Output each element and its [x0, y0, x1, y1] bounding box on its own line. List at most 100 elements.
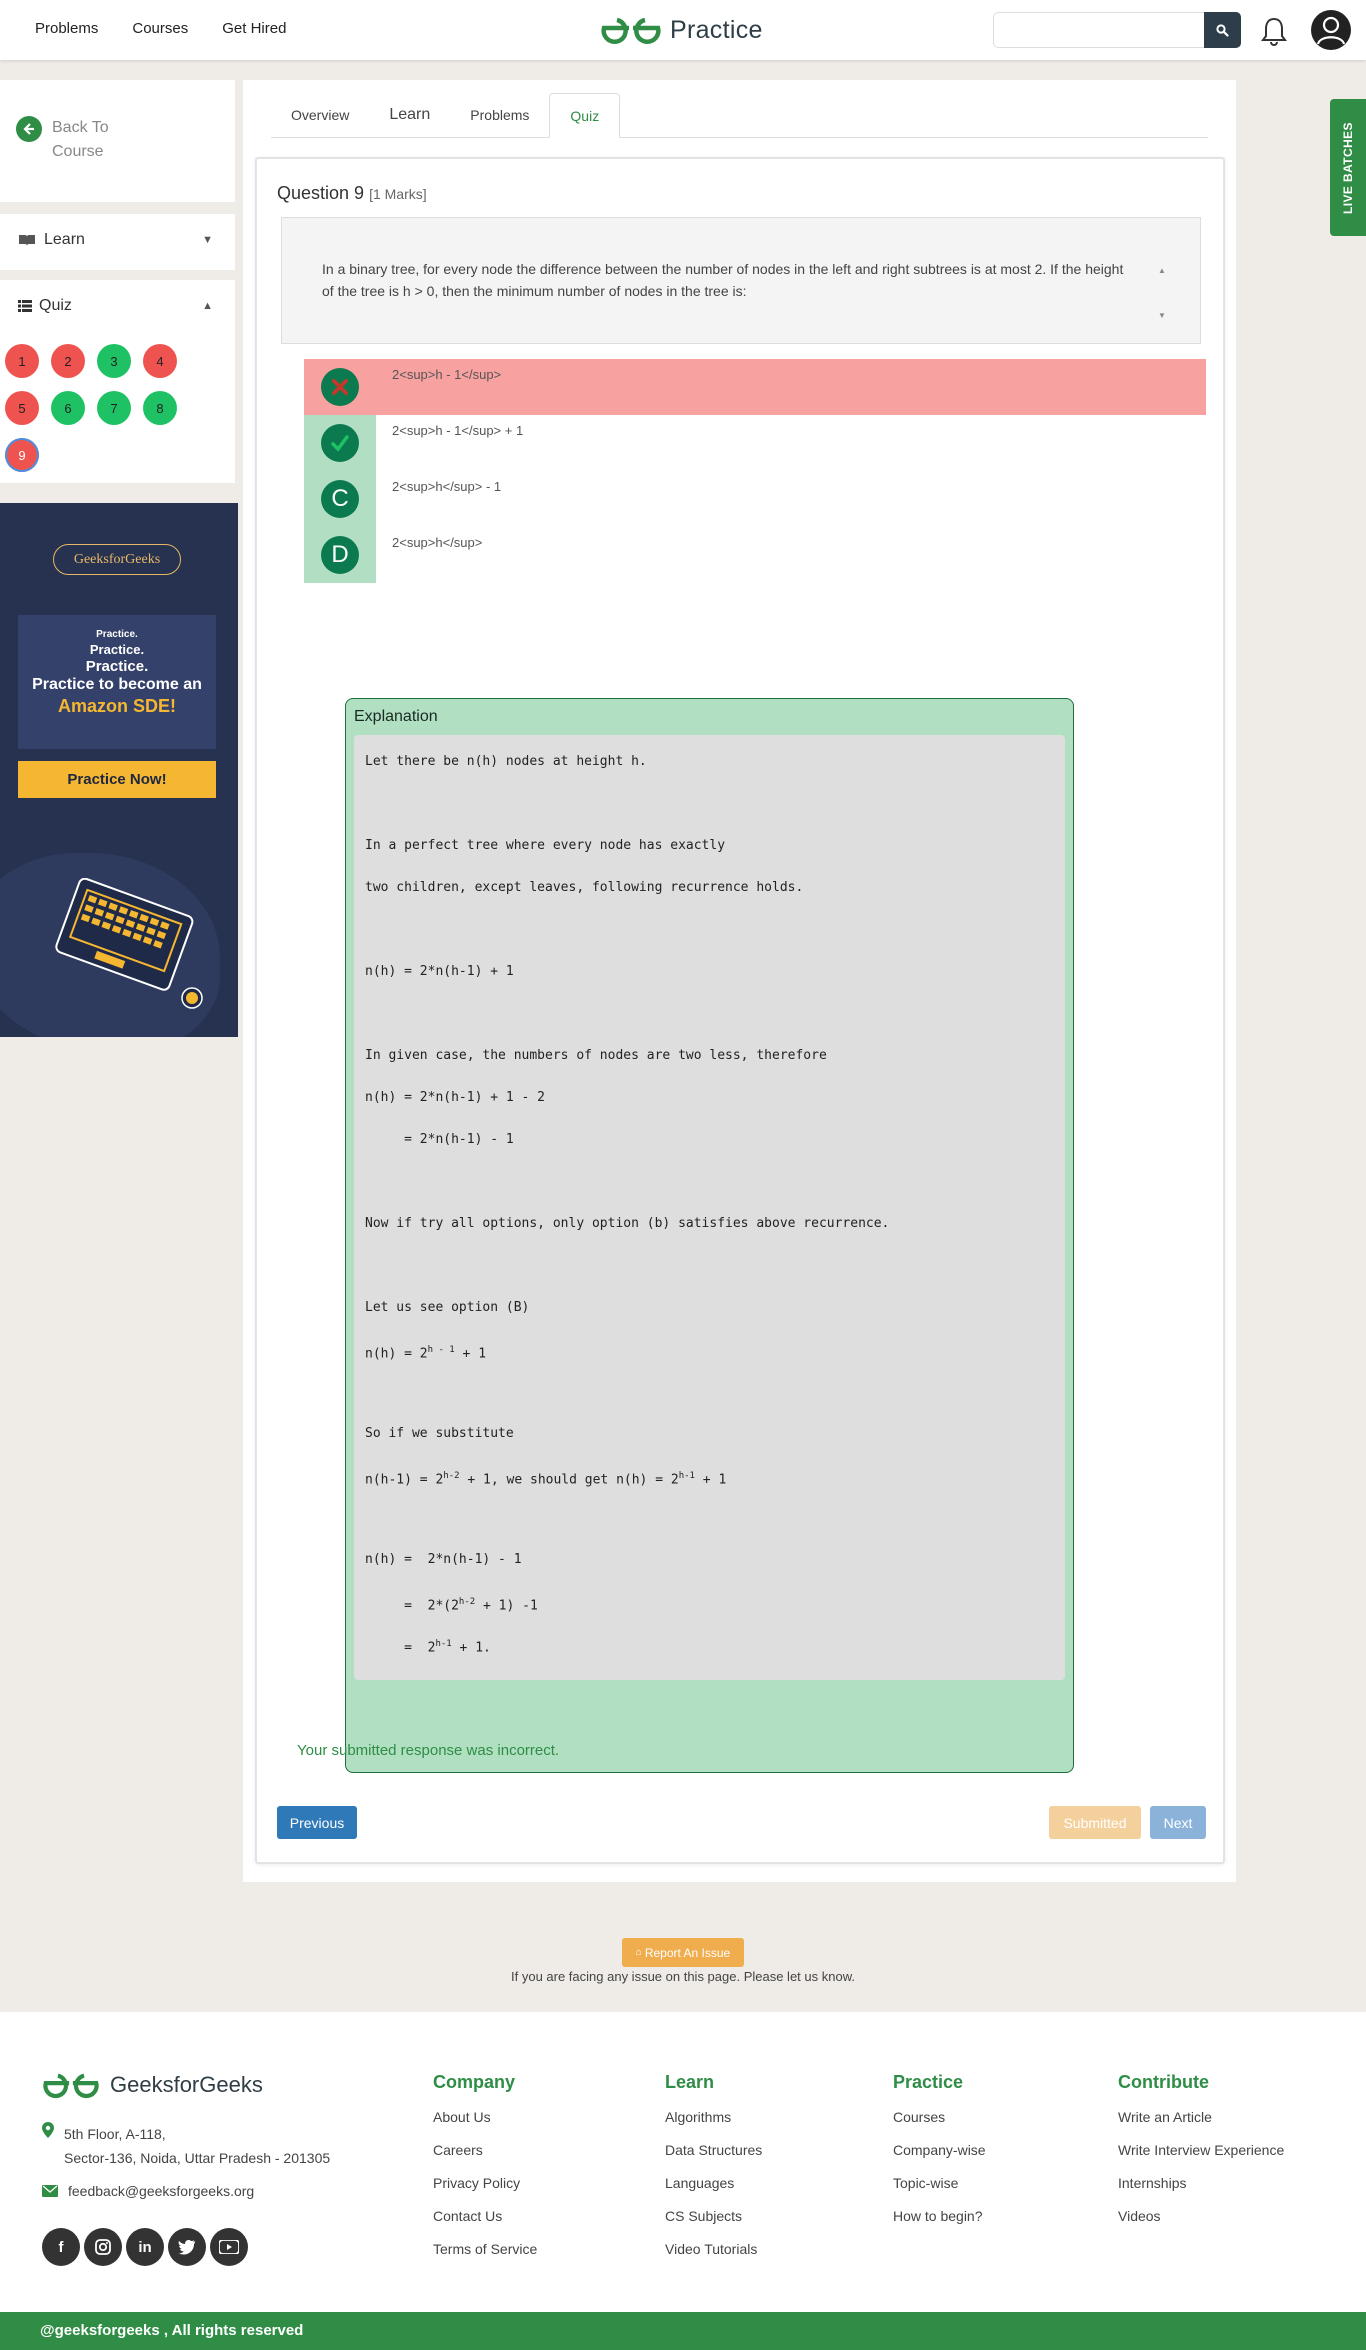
option-d[interactable]: D 2<sup>h</sup>: [304, 527, 1206, 583]
footer-address: 5th Floor, A-118, Sector-136, Noida, Utt…: [42, 2122, 330, 2170]
footer-brand[interactable]: GeeksforGeeks: [42, 2070, 263, 2100]
question-nav-6[interactable]: 6: [51, 391, 85, 425]
footer-column-practice: Practice Courses Company-wise Topic-wise…: [893, 2072, 986, 2241]
question-marks: [1 Marks]: [369, 186, 427, 202]
result-message: Your submitted response was incorrect.: [297, 1742, 560, 1759]
search-input[interactable]: [993, 12, 1205, 48]
nav-problems[interactable]: Problems: [35, 20, 98, 37]
footer-link-courses[interactable]: Courses: [893, 2109, 986, 2142]
explanation-line: n(h) = 2*n(h-1) + 1: [365, 964, 514, 979]
caret-down-icon: ▼: [202, 234, 213, 246]
live-batches-tab[interactable]: LIVE BATCHES: [1330, 99, 1366, 236]
search-icon: [1216, 23, 1229, 37]
location-pin-icon: [42, 2122, 54, 2138]
footer-link-write-article[interactable]: Write an Article: [1118, 2109, 1284, 2142]
explanation-line: Let there be n(h) nodes at height h.: [365, 754, 647, 769]
cross-icon: [321, 368, 359, 406]
report-issue-button[interactable]: ⌂ Report An Issue: [622, 1938, 744, 1967]
explanation-line: n(h) = 2h - 1 + 1: [365, 1345, 487, 1362]
youtube-icon[interactable]: [210, 2228, 248, 2266]
footer-link-interview-experience[interactable]: Write Interview Experience: [1118, 2142, 1284, 2175]
back-card: Back To Course: [0, 80, 235, 202]
explanation-line: [365, 1497, 1054, 1539]
option-c[interactable]: C 2<sup>h</sup> - 1: [304, 471, 1206, 527]
question-scrollbar[interactable]: ▲ ▼: [1158, 248, 1166, 338]
linkedin-icon[interactable]: in: [126, 2228, 164, 2266]
footer-link-topic-wise[interactable]: Topic-wise: [893, 2175, 986, 2208]
footer-link-careers[interactable]: Careers: [433, 2142, 537, 2175]
practice-now-button[interactable]: Practice Now!: [18, 761, 216, 798]
question-nav-9[interactable]: 9: [5, 438, 39, 472]
question-nav-1[interactable]: 1: [5, 344, 39, 378]
nav-courses[interactable]: Courses: [132, 20, 188, 37]
tab-problems[interactable]: Problems: [450, 93, 549, 138]
footer-link-contact-us[interactable]: Contact Us: [433, 2208, 537, 2241]
footer: GeeksforGeeks 5th Floor, A-118, Sector-1…: [0, 2012, 1366, 2312]
question-nav-5[interactable]: 5: [5, 391, 39, 425]
quiz-toggle[interactable]: Quiz ▲: [18, 297, 213, 315]
ad-text-panel: Practice. Practice. Practice. Practice t…: [18, 615, 216, 749]
question-nav-3[interactable]: 3: [97, 344, 131, 378]
practice-ad[interactable]: GeeksforGeeks Practice. Practice. Practi…: [0, 503, 238, 1037]
footer-link-languages[interactable]: Languages: [665, 2175, 762, 2208]
footer-link-company-wise[interactable]: Company-wise: [893, 2142, 986, 2175]
question-frame: Question 9 [1 Marks] In a binary tree, f…: [255, 157, 1225, 1864]
footer-column-title: Contribute: [1118, 2072, 1209, 2092]
back-to-course-label: Back To Course: [52, 119, 109, 160]
option-a-badge: [304, 359, 376, 415]
learn-section: Learn ▼: [0, 214, 235, 270]
footer-link-internships[interactable]: Internships: [1118, 2175, 1284, 2208]
footer-address-line-1: 5th Floor, A-118,: [64, 2126, 166, 2142]
footer-link-videos[interactable]: Videos: [1118, 2208, 1284, 2241]
instagram-icon[interactable]: [84, 2228, 122, 2266]
facebook-icon[interactable]: f: [42, 2228, 80, 2266]
footer-link-video-tutorials[interactable]: Video Tutorials: [665, 2241, 762, 2274]
previous-button[interactable]: Previous: [277, 1806, 357, 1839]
report-note: If you are facing any issue on this page…: [511, 1969, 855, 1984]
nav-get-hired[interactable]: Get Hired: [222, 20, 286, 37]
option-d-letter: D: [321, 536, 359, 574]
submitted-button[interactable]: Submitted: [1049, 1806, 1141, 1839]
option-a[interactable]: 2<sup>h - 1</sup>: [304, 359, 1206, 415]
tab-overview[interactable]: Overview: [271, 93, 369, 138]
option-b-badge: [304, 415, 376, 471]
explanation-line: n(h) = 2*n(h-1) - 1: [365, 1552, 522, 1567]
explanation-box: Explanation Let there be n(h) nodes at h…: [345, 698, 1074, 1773]
tab-quiz[interactable]: Quiz: [549, 93, 621, 138]
bell-icon[interactable]: [1260, 16, 1288, 46]
twitter-icon[interactable]: [168, 2228, 206, 2266]
footer-brand-name: GeeksforGeeks: [110, 2072, 263, 2097]
footer-email[interactable]: feedback@geeksforgeeks.org: [42, 2183, 254, 2199]
footer-link-terms[interactable]: Terms of Service: [433, 2241, 537, 2274]
footer-link-privacy-policy[interactable]: Privacy Policy: [433, 2175, 537, 2208]
learn-toggle[interactable]: Learn ▼: [18, 231, 213, 249]
search-button[interactable]: [1204, 12, 1241, 48]
explanation-line: [365, 1161, 1054, 1203]
footer-link-algorithms[interactable]: Algorithms: [665, 2109, 762, 2142]
ad-line-4: Practice to become an: [32, 676, 202, 693]
question-box: In a binary tree, for every node the dif…: [281, 217, 1201, 344]
laptop-icon: [55, 878, 203, 1009]
explanation-line: two children, except leaves, following r…: [365, 880, 804, 895]
question-nav-8[interactable]: 8: [143, 391, 177, 425]
quiz-main-card: Overview Learn Problems Quiz Question 9 …: [243, 80, 1236, 1882]
footer-link-about-us[interactable]: About Us: [433, 2109, 537, 2142]
question-nav-4[interactable]: 4: [143, 344, 177, 378]
question-text: In a binary tree, for every node the dif…: [322, 261, 1124, 299]
footer-link-how-to-begin[interactable]: How to begin?: [893, 2208, 986, 2241]
footer-link-cs-subjects[interactable]: CS Subjects: [665, 2208, 762, 2241]
back-to-course-link[interactable]: Back To Course: [16, 116, 132, 164]
option-a-text: 2<sup>h - 1</sup>: [392, 367, 502, 382]
brand-logo[interactable]: Practice: [600, 14, 763, 46]
option-b[interactable]: 2<sup>h - 1</sup> + 1: [304, 415, 1206, 471]
question-nav-2[interactable]: 2: [51, 344, 85, 378]
profile-avatar[interactable]: [1311, 10, 1351, 50]
next-button[interactable]: Next: [1150, 1806, 1206, 1839]
question-nav-7[interactable]: 7: [97, 391, 131, 425]
explanation-line: In given case, the numbers of nodes are …: [365, 1048, 827, 1063]
explanation-line: [365, 1245, 1054, 1287]
tab-learn[interactable]: Learn: [369, 93, 450, 138]
footer-link-data-structures[interactable]: Data Structures: [665, 2142, 762, 2175]
user-icon: [1316, 16, 1346, 45]
ad-line-2: Practice.: [89, 642, 145, 657]
